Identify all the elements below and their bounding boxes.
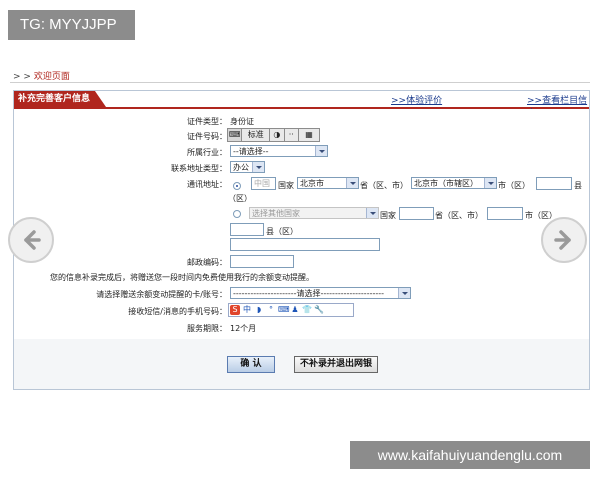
chevron-down-icon [252, 162, 264, 172]
overlay-tag: TG: MYYJJPP [8, 10, 135, 40]
address-type-select[interactable]: 办公 [230, 161, 265, 173]
id-type-value: 身份证 [230, 117, 254, 126]
other-country-suffix: 国家 [380, 211, 396, 220]
chinese-mode-icon[interactable]: 中 [242, 305, 252, 315]
other-province-input[interactable] [399, 207, 434, 220]
chevron-down-icon [366, 208, 378, 218]
city-value: 北京市（市辖区） [414, 179, 478, 188]
other-country-value: 选择其他国家 [252, 209, 300, 218]
keyboard-toolbar: ⌨ 标准 ◑ ·· ▦ [227, 128, 320, 142]
rating-link[interactable]: >>体验评价 [391, 93, 442, 106]
keyboard-standard-button[interactable]: 标准 [242, 129, 271, 141]
other-county-suffix: 县（区） [266, 227, 298, 236]
chevron-down-icon [315, 146, 327, 156]
keyboard-moon-button[interactable]: ◑ [270, 129, 285, 141]
mobile-label: 接收短信/消息的手机号码： [128, 307, 227, 316]
notice-text: 您的信息补录完成后，将赠送您一段时间内免费使用我行的余额变动提醒。 [50, 273, 314, 282]
province-select[interactable]: 北京市 [297, 177, 359, 189]
punctuation-icon[interactable]: ° [266, 305, 276, 315]
postcode-input[interactable] [230, 255, 294, 268]
skip-exit-button[interactable]: 不补录并退出网银 [294, 356, 378, 373]
ime-toolbar: S 中 ◗ ° ⌨ ♟ 👕 🔧 [228, 303, 354, 317]
industry-select[interactable]: --请选择-- [230, 145, 328, 157]
chevron-down-icon [398, 288, 410, 298]
id-number-label: 证件号码： [187, 132, 227, 141]
keyboard-icon[interactable]: ⌨ [228, 129, 243, 141]
country-suffix: 国家 [278, 181, 294, 190]
other-city-input[interactable] [487, 207, 523, 220]
sogou-icon[interactable]: S [230, 305, 240, 315]
breadcrumb: > > 欢迎页面 [13, 69, 70, 82]
card-select[interactable]: ----------------------请选择---------------… [230, 287, 411, 299]
panel-title: 补充完善客户信息 [14, 91, 106, 107]
panel-header: 补充完善客户信息 >>体验评价 >>查看栏目信息 [14, 91, 589, 119]
address-other-radio[interactable] [233, 210, 241, 218]
card-label: 请选择赠送余额变动提醒的卡/账号： [96, 290, 227, 299]
country-china-input[interactable]: 中国 [251, 177, 276, 190]
address-label: 通讯地址： [187, 180, 227, 189]
province-value: 北京市 [300, 179, 324, 188]
address-type-value: 办公 [233, 163, 249, 172]
county-suffix: 县 [574, 181, 582, 190]
card-value: ----------------------请选择---------------… [233, 289, 385, 298]
arrow-right-icon [554, 230, 571, 250]
postcode-label: 邮政编码： [187, 258, 227, 267]
other-province-suffix: 省（区、市） [435, 211, 483, 220]
service-value: 12个月 [230, 324, 257, 333]
other-country-select[interactable]: 选择其他国家 [249, 207, 379, 219]
industry-select-value: --请选择-- [233, 147, 269, 156]
user-icon[interactable]: ♟ [290, 305, 300, 315]
county-input[interactable] [536, 177, 572, 190]
keyboard-dots-button[interactable]: ·· [285, 129, 299, 141]
county-suffix-2: （区） [228, 194, 252, 203]
next-slide-button[interactable] [541, 217, 587, 263]
industry-label: 所属行业： [187, 148, 227, 157]
skin-icon[interactable]: 👕 [302, 305, 312, 315]
customer-info-panel: 补充完善客户信息 >>体验评价 >>查看栏目信息 证件类型： 身份证 证件号码：… [13, 90, 590, 390]
province-suffix: 省（区、市） [360, 181, 408, 190]
address-china-radio[interactable] [233, 182, 241, 190]
service-label: 服务期限： [187, 324, 227, 333]
wrench-icon[interactable]: 🔧 [314, 305, 324, 315]
breadcrumb-divider [10, 82, 590, 83]
address-type-label: 联系地址类型： [171, 164, 227, 173]
info-form: 证件类型： 身份证 证件号码： ⌨ 标准 ◑ ·· ▦ 所属行业： --请选择-… [14, 109, 589, 339]
id-type-label: 证件类型： [187, 117, 227, 126]
keyboard-icon[interactable]: ⌨ [278, 305, 290, 315]
prev-slide-button[interactable] [8, 217, 54, 263]
city-select[interactable]: 北京市（市辖区） [411, 177, 497, 189]
breadcrumb-arrows: > > [13, 72, 31, 82]
other-county-input[interactable] [230, 223, 264, 236]
confirm-button[interactable]: 确 认 [227, 356, 275, 373]
watermark: www.kaifahuiyuandenglu.com [350, 441, 590, 469]
chevron-down-icon [484, 178, 496, 188]
city-suffix: 市（区） [498, 181, 530, 190]
keyboard-grid-button[interactable]: ▦ [299, 129, 319, 141]
arrow-left-icon [24, 230, 41, 250]
street-address-input[interactable] [230, 238, 380, 251]
chevron-down-icon [346, 178, 358, 188]
moon-icon[interactable]: ◗ [254, 305, 264, 315]
breadcrumb-welcome-link[interactable]: 欢迎页面 [34, 72, 70, 82]
